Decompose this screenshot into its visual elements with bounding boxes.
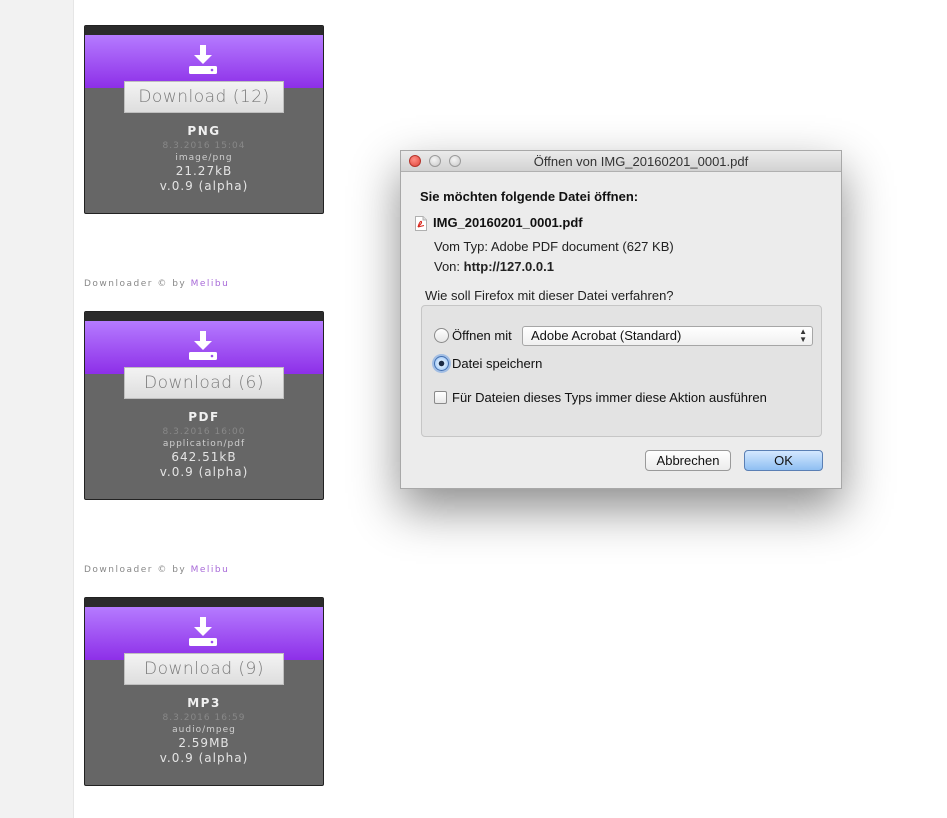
- select-arrows-icon: ▲ ▼: [799, 327, 807, 344]
- download-button[interactable]: Download (6): [124, 367, 284, 399]
- file-date: 8.3.2016 16:00: [162, 427, 246, 437]
- page-left-sidebar: [0, 0, 74, 818]
- card-topbar: [85, 312, 323, 321]
- card-topbar: [85, 26, 323, 35]
- action-question: Wie soll Firefox mit dieser Datei verfah…: [425, 288, 674, 303]
- type-value: Adobe PDF document (627 KB): [490, 239, 674, 254]
- download-card-mp3: Download (9) MP3 8.3.2016 16:59 audio/mp…: [84, 597, 324, 786]
- file-source-row: Von: http://127.0.0.1: [434, 259, 554, 274]
- credit-line: Downloader © by Melibu: [84, 565, 229, 575]
- download-tray-icon: [189, 45, 217, 74]
- download-button[interactable]: Download (9): [124, 653, 284, 685]
- dialog-titlebar[interactable]: Öffnen von IMG_20160201_0001.pdf: [401, 151, 841, 172]
- file-info: MP3 8.3.2016 16:59 audio/mpeg 2.59MB v.0…: [85, 696, 323, 766]
- dialog-title: Öffnen von IMG_20160201_0001.pdf: [533, 154, 749, 169]
- credit-text: Downloader © by: [84, 279, 191, 289]
- file-type: MP3: [187, 696, 221, 710]
- pdf-file-icon: [415, 216, 427, 231]
- file-name: IMG_20160201_0001.pdf: [433, 215, 583, 230]
- version-label: v.0.9 (alpha): [159, 751, 249, 765]
- download-tray-icon: [189, 617, 217, 646]
- file-type: PNG: [187, 124, 221, 138]
- dialog-heading: Sie möchten folgende Datei öffnen:: [420, 189, 639, 204]
- file-date: 8.3.2016 16:59: [162, 713, 246, 723]
- version-label: v.0.9 (alpha): [159, 465, 249, 479]
- credit-link[interactable]: Melibu: [191, 279, 230, 289]
- file-mime: image/png: [175, 153, 233, 163]
- always-do-this-checkbox[interactable]: [434, 391, 447, 404]
- download-card-pdf: Download (6) PDF 8.3.2016 16:00 applicat…: [84, 311, 324, 500]
- save-file-label[interactable]: Datei speichern: [452, 356, 542, 371]
- file-size: 642.51kB: [171, 450, 237, 464]
- open-with-radio[interactable]: [434, 328, 449, 343]
- open-with-app-select[interactable]: Adobe Acrobat (Standard) ▲ ▼: [522, 326, 813, 346]
- credit-text: Downloader © by: [84, 565, 191, 575]
- file-info: PNG 8.3.2016 15:04 image/png 21.27kB v.0…: [85, 124, 323, 194]
- type-label: Vom Typ:: [434, 239, 488, 254]
- always-do-this-label[interactable]: Für Dateien dieses Typs immer diese Akti…: [452, 390, 767, 405]
- cancel-button[interactable]: Abbrechen: [645, 450, 731, 471]
- download-button[interactable]: Download (12): [124, 81, 284, 113]
- file-info: PDF 8.3.2016 16:00 application/pdf 642.5…: [85, 410, 323, 480]
- download-tray-icon: [189, 331, 217, 360]
- source-value: http://127.0.0.1: [463, 259, 554, 274]
- credit-link[interactable]: Melibu: [191, 565, 230, 575]
- file-type: PDF: [188, 410, 220, 424]
- file-type-row: Vom Typ: Adobe PDF document (627 KB): [434, 239, 674, 254]
- file-mime: audio/mpeg: [172, 725, 236, 735]
- action-options-group: Öffnen mit Adobe Acrobat (Standard) ▲ ▼ D…: [421, 305, 822, 437]
- file-mime: application/pdf: [162, 439, 246, 449]
- file-size: 2.59MB: [178, 736, 230, 750]
- open-file-dialog: Öffnen von IMG_20160201_0001.pdf Sie möc…: [400, 150, 842, 489]
- save-file-radio[interactable]: [434, 356, 449, 371]
- download-card-png: Download (12) PNG 8.3.2016 15:04 image/p…: [84, 25, 324, 214]
- version-label: v.0.9 (alpha): [159, 179, 249, 193]
- open-with-label[interactable]: Öffnen mit: [452, 328, 512, 343]
- file-date: 8.3.2016 15:04: [162, 141, 246, 151]
- card-topbar: [85, 598, 323, 607]
- ok-button[interactable]: OK: [744, 450, 823, 471]
- file-size: 21.27kB: [175, 164, 233, 178]
- open-with-app-value: Adobe Acrobat (Standard): [531, 328, 682, 343]
- source-label: Von:: [434, 259, 461, 274]
- credit-line: Downloader © by Melibu: [84, 279, 229, 289]
